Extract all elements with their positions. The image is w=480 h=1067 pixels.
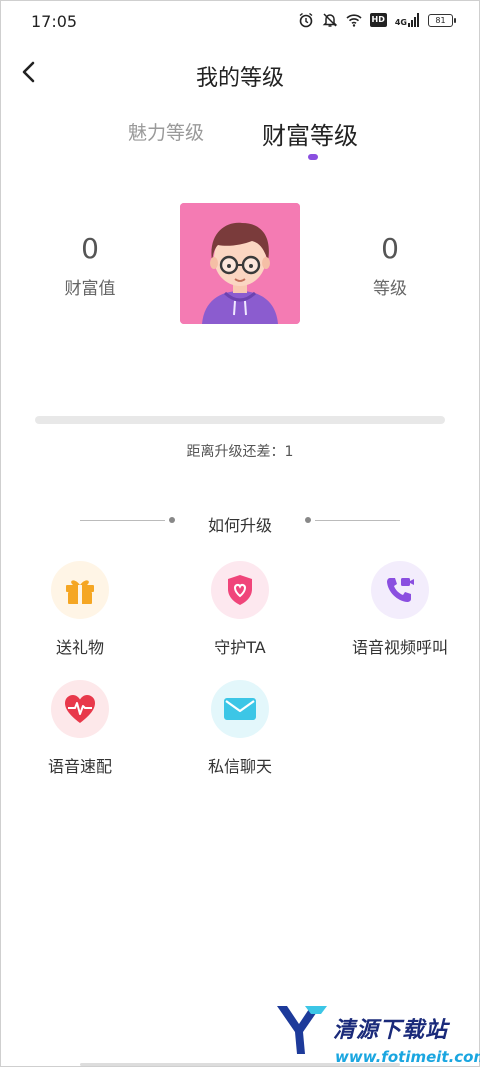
howto-title: 如何升级: [207, 516, 272, 535]
feature-label: 语音速配: [47, 757, 112, 776]
divider-dot-right: [305, 517, 311, 523]
feature-label: 守护TA: [214, 638, 266, 657]
signal-group: 4G: [395, 13, 420, 27]
watermark-name: 清源下载站: [333, 1018, 449, 1043]
level-value: 0: [381, 232, 399, 265]
watermark-logo: 清源下载站 www.fotimeit.com: [275, 1002, 480, 1067]
status-bar: 17:05 HD 4G 81: [0, 0, 480, 44]
gift-icon: [51, 561, 109, 619]
feature-private-chat[interactable]: 私信聊天: [175, 680, 305, 777]
home-indicator[interactable]: [80, 1063, 400, 1066]
status-time: 17:05: [31, 12, 78, 31]
feature-label: 私信聊天: [207, 757, 272, 776]
level-progress-bar: [35, 416, 445, 424]
wifi-icon: [345, 14, 362, 27]
feature-send-gift[interactable]: 送礼物: [15, 561, 145, 658]
feature-guard-ta[interactable]: 守护TA: [175, 561, 305, 658]
battery-icon: 81: [428, 13, 456, 27]
tab-charm-level[interactable]: 魅力等级: [128, 118, 204, 145]
network-type: 4G: [394, 18, 407, 27]
feature-voice-match[interactable]: 语音速配: [15, 680, 145, 777]
distance-to-upgrade: 距离升级还差：1: [186, 444, 294, 460]
avatar-illustration: [180, 203, 300, 324]
shield-heart-icon: [211, 561, 269, 619]
wealth-value: 0: [81, 232, 99, 265]
signal-icon: [408, 13, 419, 27]
avatar: [180, 203, 300, 324]
feature-voice-video-call[interactable]: 语音视频呼叫: [335, 561, 465, 658]
phone-video-icon: [371, 561, 429, 619]
page-title: 我的等级: [195, 66, 284, 91]
tab-wealth-level[interactable]: 财富等级: [262, 116, 358, 151]
alarm-icon: [299, 12, 312, 28]
divider-right: [315, 520, 400, 521]
feature-label: 送礼物: [55, 638, 104, 657]
status-icons: HD 4G 81: [298, 12, 456, 28]
hd-badge: HD: [369, 13, 387, 27]
mail-icon: [211, 680, 269, 738]
level-label: 等级: [373, 279, 407, 299]
heart-pulse-icon: [51, 680, 109, 738]
watermark-emblem-icon: [277, 1006, 327, 1054]
feature-label: 语音视频呼叫: [351, 638, 448, 657]
active-tab-indicator: [308, 154, 318, 160]
mute-bell-icon: [322, 13, 337, 27]
wealth-value-label: 财富值: [64, 279, 116, 299]
